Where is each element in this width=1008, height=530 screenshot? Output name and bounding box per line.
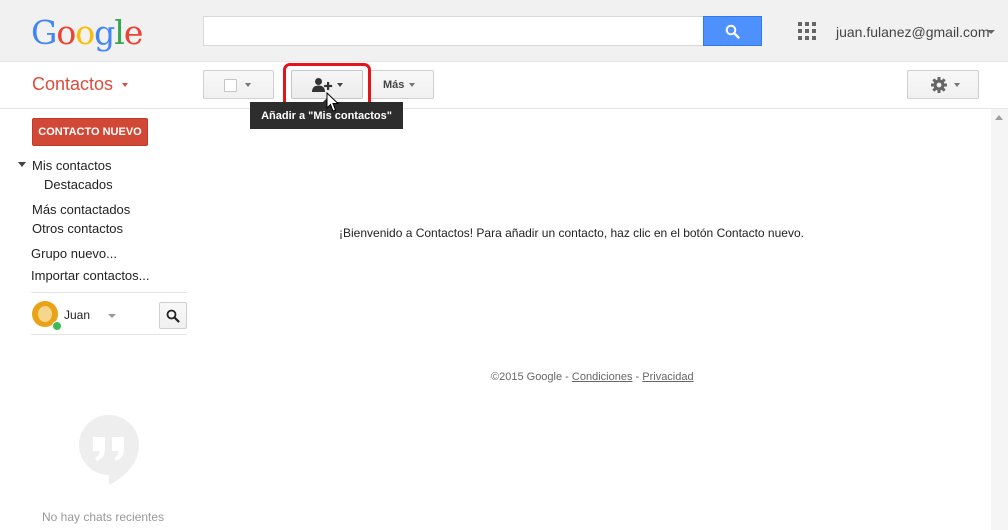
- mouse-cursor-icon: [326, 92, 340, 112]
- chevron-down-icon: [245, 83, 251, 87]
- account-chevron-down-icon[interactable]: [987, 30, 995, 34]
- sidebar-item-starred[interactable]: Destacados: [44, 177, 113, 192]
- logo-letter: l: [114, 13, 125, 52]
- account-email[interactable]: juan.fulanez@gmail.com: [836, 24, 990, 40]
- status-chevron-down-icon[interactable]: [108, 314, 116, 318]
- chat-search-button[interactable]: [159, 302, 187, 329]
- search-icon: [166, 309, 180, 323]
- scrollbar[interactable]: [991, 109, 1008, 530]
- settings-button[interactable]: [907, 70, 979, 99]
- gear-icon: [931, 77, 947, 93]
- add-person-icon: [312, 78, 333, 92]
- logo-letter: o: [56, 13, 76, 52]
- chat-user-name[interactable]: Juan: [64, 308, 90, 322]
- privacy-link[interactable]: Privacidad: [642, 371, 693, 383]
- terms-link[interactable]: Condiciones: [572, 371, 633, 383]
- footer-separator: -: [635, 371, 640, 383]
- search-input[interactable]: [203, 16, 703, 46]
- toolbar: Contactos Más: [0, 62, 1008, 109]
- search-icon: [725, 24, 740, 39]
- sidebar-item-new-group[interactable]: Grupo nuevo...: [31, 246, 117, 261]
- more-actions-label: Más: [383, 79, 405, 91]
- avatar-face: [38, 306, 52, 322]
- chevron-down-icon: [409, 83, 415, 87]
- search-button[interactable]: [703, 16, 762, 46]
- app-switcher-chevron-down-icon[interactable]: [122, 83, 128, 87]
- top-bar: Google juan.fulanez@gmail.com: [0, 0, 1008, 62]
- sidebar-item-most-contacted[interactable]: Más contactados: [32, 202, 130, 217]
- select-checkbox[interactable]: [224, 79, 237, 92]
- welcome-message: ¡Bienvenido a Contactos! Para añadir un …: [339, 226, 804, 240]
- online-status-dot: [52, 321, 62, 331]
- select-checkbox-button[interactable]: [203, 70, 274, 99]
- app-switcher-title[interactable]: Contactos: [32, 74, 113, 95]
- scroll-up-arrow-icon[interactable]: [995, 115, 1003, 120]
- logo-letter: G: [31, 13, 57, 52]
- hangouts-icon: [79, 415, 139, 485]
- sidebar-item-my-contacts[interactable]: Mis contactos: [32, 158, 111, 173]
- footer: ©2015 Google - Condiciones - Privacidad: [491, 371, 694, 383]
- sidebar-item-other-contacts[interactable]: Otros contactos: [32, 221, 123, 236]
- sidebar-item-import[interactable]: Importar contactos...: [31, 268, 150, 283]
- logo-letter: e: [123, 13, 144, 52]
- more-actions-button[interactable]: Más: [370, 70, 434, 99]
- footer-separator: -: [565, 371, 569, 383]
- logo-letter: g: [94, 13, 115, 52]
- chevron-down-icon: [337, 83, 343, 87]
- new-contact-button[interactable]: CONTACTO NUEVO: [32, 118, 148, 146]
- google-logo[interactable]: Google: [31, 13, 144, 53]
- logo-letter: o: [75, 13, 95, 52]
- chevron-down-icon: [954, 83, 960, 87]
- copyright-text: ©2015 Google: [491, 371, 563, 383]
- no-recent-chats-text: No hay chats recientes: [42, 510, 165, 524]
- chat-user-row: Juan: [31, 292, 187, 335]
- apps-grid-icon[interactable]: [798, 22, 816, 40]
- collapse-chevron-down-icon[interactable]: [18, 162, 26, 167]
